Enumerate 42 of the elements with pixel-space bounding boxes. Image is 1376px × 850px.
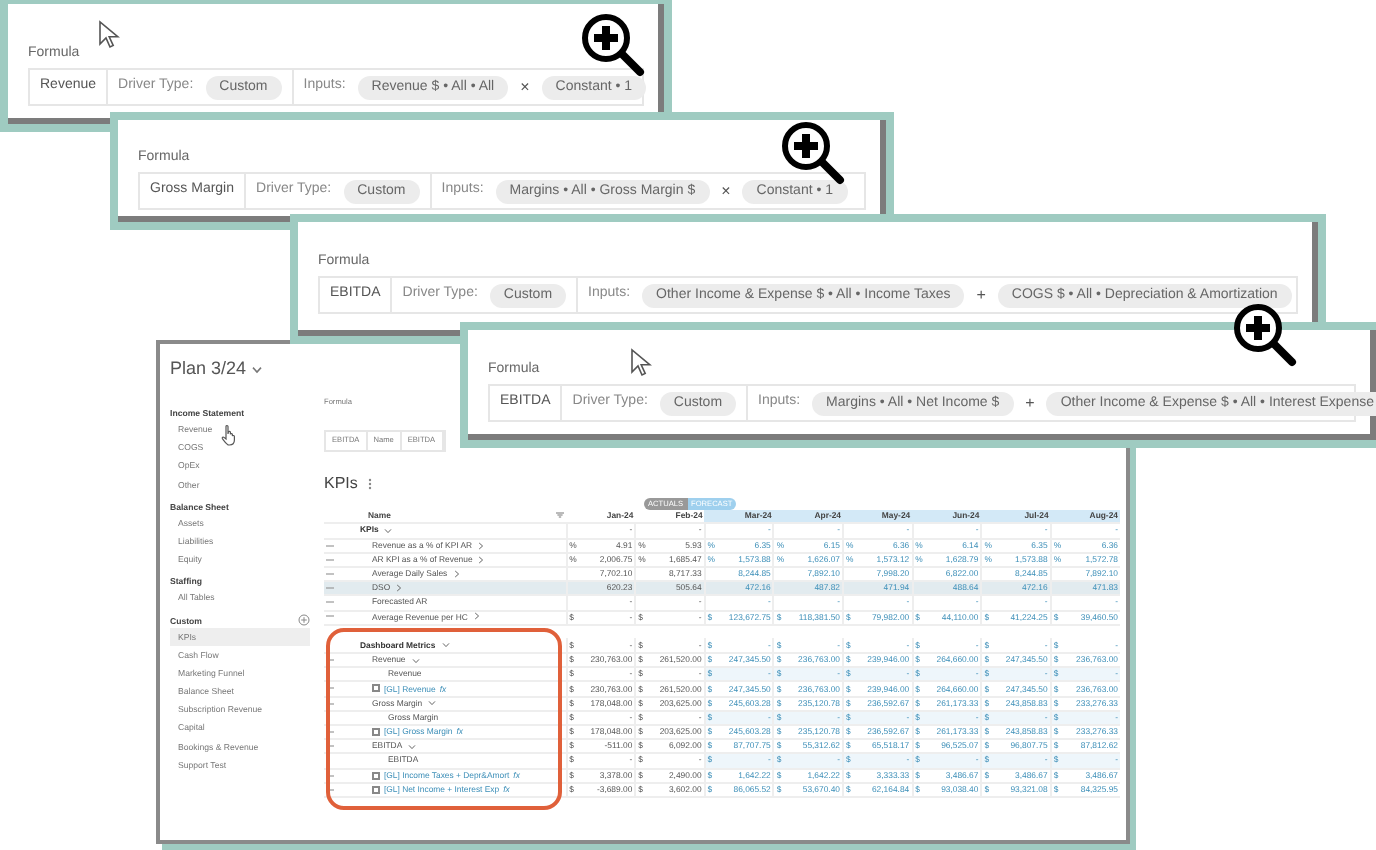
zoom-in-icon — [580, 12, 646, 78]
chevron-right-icon[interactable] — [478, 541, 485, 550]
chevron-down-icon[interactable] — [384, 527, 393, 534]
checkbox[interactable] — [372, 727, 380, 736]
operator-symbol: × — [520, 75, 530, 99]
zoom-in-icon — [780, 120, 846, 186]
checkbox[interactable] — [372, 771, 380, 780]
drag-handle-icon[interactable] — [326, 773, 334, 778]
drag-handle-icon[interactable] — [326, 744, 334, 749]
add-icon[interactable] — [298, 614, 310, 626]
operator-symbol: × — [721, 179, 731, 203]
drag-handle-icon[interactable] — [326, 686, 334, 691]
operator-symbol: + — [1025, 391, 1035, 415]
drag-handle-icon[interactable] — [326, 701, 334, 706]
checkbox[interactable] — [372, 785, 380, 794]
hand-cursor-icon — [220, 424, 238, 446]
drag-handle-icon[interactable] — [326, 658, 334, 663]
operator-symbol: + — [976, 283, 986, 307]
drag-handle-icon[interactable] — [326, 600, 334, 605]
cursor-icon — [630, 348, 652, 378]
chevron-right-icon[interactable] — [453, 569, 460, 578]
drag-handle-icon[interactable] — [326, 543, 334, 548]
drag-handle-icon[interactable] — [326, 571, 334, 576]
drag-handle-icon[interactable] — [326, 586, 334, 591]
drag-handle-icon[interactable] — [326, 729, 334, 734]
drag-handle-icon[interactable] — [326, 787, 334, 792]
chevron-right-icon[interactable] — [473, 612, 480, 621]
cursor-icon — [98, 20, 120, 50]
chevron-down-icon[interactable] — [428, 700, 437, 707]
chevron-down-icon[interactable] — [441, 642, 450, 649]
more-icon[interactable] — [367, 478, 372, 491]
drag-handle-icon[interactable] — [326, 614, 334, 619]
chevron-right-icon[interactable] — [396, 584, 403, 593]
chevron-right-icon[interactable] — [478, 555, 485, 564]
chevron-down-icon[interactable] — [252, 366, 263, 374]
drag-handle-icon[interactable] — [326, 557, 334, 562]
plan-title[interactable]: Plan 3/24 — [170, 356, 247, 384]
chevron-down-icon[interactable] — [411, 657, 420, 664]
chevron-down-icon[interactable] — [408, 743, 417, 750]
filter-icon[interactable] — [556, 512, 565, 519]
page-title: KPIs — [324, 472, 358, 497]
checkbox[interactable] — [372, 684, 380, 693]
